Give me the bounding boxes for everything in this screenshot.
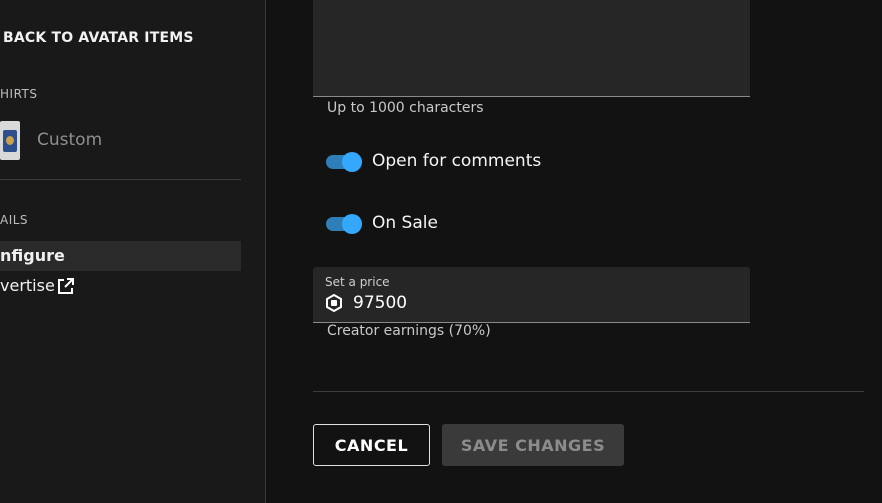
category-label: HIRTS xyxy=(0,87,38,101)
sidebar: BACK TO AVATAR ITEMS HIRTS Custom AILS n… xyxy=(0,0,266,503)
item-summary: Custom xyxy=(0,120,240,162)
sidebar-item-label: nfigure xyxy=(0,246,65,265)
comments-toggle-label: Open for comments xyxy=(372,151,542,171)
save-changes-button[interactable]: SAVE CHANGES xyxy=(442,424,624,466)
sidebar-item-configure[interactable]: nfigure xyxy=(0,241,241,271)
sidebar-item-label: vertise xyxy=(0,276,55,295)
sidebar-item-advertise[interactable]: vertise xyxy=(0,271,241,301)
cancel-button[interactable]: CANCEL xyxy=(313,424,430,466)
robux-icon xyxy=(326,294,342,312)
item-thumbnail xyxy=(0,121,20,160)
on-sale-toggle-label: On Sale xyxy=(372,213,438,233)
details-section-label: AILS xyxy=(0,213,29,227)
form-divider xyxy=(313,391,864,392)
external-link-icon xyxy=(58,278,74,294)
creator-earnings-text: Creator earnings (70%) xyxy=(327,323,491,339)
back-to-avatar-items-link[interactable]: BACK TO AVATAR ITEMS xyxy=(3,30,194,46)
price-field[interactable]: Set a price xyxy=(313,267,750,323)
price-field-label: Set a price xyxy=(325,275,390,289)
sidebar-divider xyxy=(0,179,241,180)
comments-toggle[interactable] xyxy=(326,150,364,174)
description-helper-text: Up to 1000 characters xyxy=(327,100,484,116)
description-textarea[interactable] xyxy=(313,0,750,97)
on-sale-toggle[interactable] xyxy=(326,212,364,236)
item-name: Custom xyxy=(37,130,103,150)
price-input[interactable] xyxy=(353,293,653,313)
